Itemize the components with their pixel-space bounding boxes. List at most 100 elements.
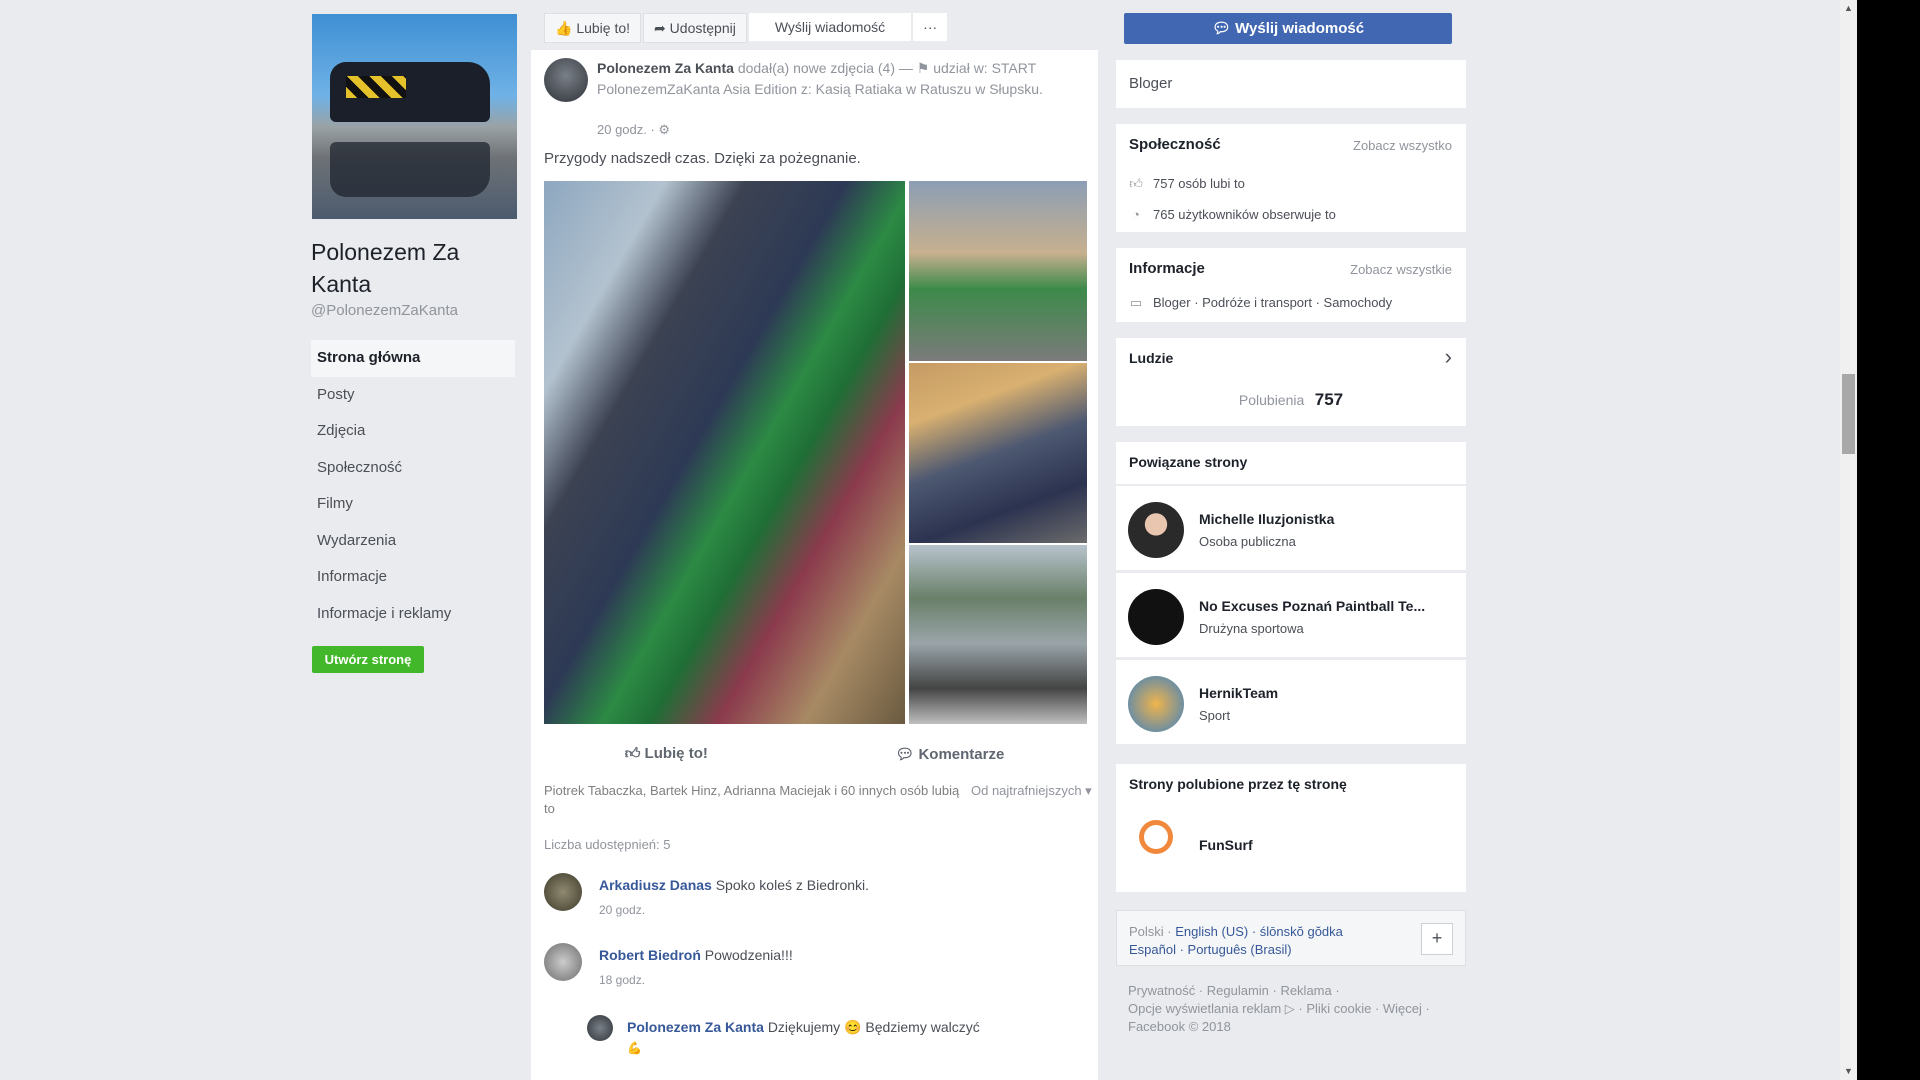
comment-text: Spoko koleś z Biedronki. — [715, 877, 870, 893]
comment-reply: Polonezem Za Kanta Dziękujemy 😊 Będziemy… — [587, 1015, 1107, 1075]
reply-avatar[interactable] — [587, 1015, 613, 1041]
post-like-button[interactable]: 👍︎ Lubię to! — [625, 745, 708, 763]
nav-item-posts[interactable]: Posty — [311, 377, 515, 414]
scroll-down-arrow-icon[interactable]: ▼ — [1840, 1063, 1857, 1080]
people-title[interactable]: Ludzie — [1129, 350, 1173, 366]
message-button[interactable]: Wyślij wiadomość — [748, 13, 912, 41]
comment-time[interactable]: 20 godz. — [599, 903, 645, 917]
scrollbar-thumb[interactable] — [1842, 374, 1855, 454]
post-photo-3[interactable] — [909, 363, 1087, 543]
comment-avatar[interactable] — [544, 873, 582, 911]
like-page-label: Lubię to! — [576, 20, 631, 36]
language-links[interactable]: English (US) · ślōnskŏ gŏdka — [1175, 924, 1343, 939]
nav-item-photos[interactable]: Zdjęcia — [311, 413, 515, 450]
nav-item-home[interactable]: Strona główna — [311, 340, 515, 377]
post-likes-summary[interactable]: Piotrek Tabaczka, Bartek Hinz, Adrianna … — [544, 782, 964, 818]
post-shares-count[interactable]: Liczba udostępnień: 5 — [544, 837, 670, 852]
post-author-avatar[interactable] — [544, 58, 588, 102]
liked-page-name[interactable]: FunSurf — [1199, 837, 1253, 853]
nav-item-videos[interactable]: Filmy — [311, 486, 515, 523]
post-photo-main[interactable] — [544, 181, 905, 724]
cover-photo[interactable] — [312, 14, 517, 219]
send-message-label: Wyślij wiadomość — [1235, 20, 1365, 37]
info-box: Informacje Zobacz wszystkie ▭ Bloger · Po… — [1116, 248, 1466, 322]
post-photo-2[interactable] — [909, 181, 1087, 361]
related-page-avatar[interactable] — [1128, 502, 1184, 558]
comment: Arkadiusz Danas Spoko koleś z Biedronki.… — [544, 873, 1064, 921]
nav-item-about[interactable]: Informacje — [311, 559, 515, 596]
chevron-right-icon[interactable]: › — [1445, 344, 1452, 370]
related-page-avatar[interactable] — [1128, 589, 1184, 645]
car-hood-stripes — [346, 76, 406, 98]
speech-bubble-icon: 💬︎ — [895, 746, 919, 763]
like-page-button[interactable]: 👍 Lubię to! — [544, 13, 642, 43]
people-box: Ludzie › Polubienia 757 — [1116, 338, 1466, 426]
nav-item-community[interactable]: Społeczność — [311, 450, 515, 487]
page-handle[interactable]: @PolonezemZaKanta — [311, 302, 458, 319]
funsurf-logo-mark — [1139, 820, 1173, 854]
community-title: Społeczność — [1129, 136, 1221, 153]
related-page-name[interactable]: No Excuses Poznań Paintball Te... — [1199, 598, 1425, 614]
share-page-button[interactable]: ➦ Udostępnij — [643, 13, 747, 43]
category-icon: ▭ — [1129, 295, 1143, 310]
messenger-icon: 💬︎ — [1211, 20, 1236, 37]
related-page-avatar[interactable] — [1128, 676, 1184, 732]
footer-line-1[interactable]: Prywatność · Regulamin · Reklama · — [1128, 982, 1458, 1000]
language-box: Polski · English (US) · ślōnskŏ gŏdka Es… — [1116, 910, 1466, 966]
more-options-button[interactable]: ··· — [913, 13, 948, 41]
nav-item-ads-info[interactable]: Informacje i reklamy — [311, 596, 515, 633]
footer-copyright: Facebook © 2018 — [1128, 1019, 1231, 1034]
liked-pages-title: Strony polubione przez tę stronę — [1129, 776, 1347, 792]
related-page-name[interactable]: HernikTeam — [1199, 685, 1278, 701]
language-links-2[interactable]: Español · Português (Brasil) — [1129, 942, 1292, 957]
post-timestamp[interactable]: 20 godz. · ⚙ — [597, 122, 670, 138]
related-page-type: Sport — [1199, 708, 1231, 723]
community-see-all[interactable]: Zobacz wszystko — [1353, 138, 1452, 153]
related-page-type: Drużyna sportowa — [1199, 621, 1304, 636]
language-current: Polski — [1129, 924, 1164, 939]
post-comment-button[interactable]: 💬︎ Komentarze — [895, 745, 1004, 763]
send-message-button[interactable]: 💬︎ Wyślij wiadomość — [1124, 13, 1452, 44]
related-page-item[interactable]: Michelle Iluzjonistka Osoba publiczna — [1116, 486, 1466, 570]
scrollbar-track[interactable] — [1840, 0, 1857, 1080]
comment-time[interactable]: 18 godz. — [599, 973, 645, 987]
add-language-button[interactable]: + — [1421, 923, 1453, 955]
page-nav: Strona główna Posty Zdjęcia Społeczność … — [311, 340, 515, 632]
share-page-label: Udostępnij — [669, 20, 736, 36]
related-page-item[interactable]: No Excuses Poznań Paintball Te... Drużyn… — [1116, 573, 1466, 657]
thumbs-up-icon: 👍︎ — [624, 745, 645, 762]
info-title: Informacje — [1129, 260, 1205, 277]
post-card: Polonezem Za Kanta dodał(a) nowe zdjęcia… — [531, 50, 1098, 1080]
comment-author[interactable]: Robert Biedroń — [599, 947, 701, 963]
screen-edge — [1857, 0, 1920, 1080]
thumbs-up-icon: 👍︎ — [1129, 176, 1143, 191]
reply-text: Dziękujemy 😊 Będziemy walczyć — [767, 1019, 980, 1035]
related-pages-title: Powiązane strony — [1129, 454, 1248, 470]
related-page-name[interactable]: Michelle Iluzjonistka — [1199, 511, 1334, 527]
comment-avatar[interactable] — [544, 943, 582, 981]
related-page-item[interactable]: HernikTeam Sport — [1116, 660, 1466, 744]
post-like-label: Lubię to! — [644, 745, 708, 762]
comment: Robert Biedroń Powodzenia!!! 18 godz. — [544, 943, 1064, 991]
nav-item-events[interactable]: Wydarzenia — [311, 523, 515, 560]
post-header: Polonezem Za Kanta dodał(a) nowe zdjęcia… — [597, 58, 1067, 100]
create-page-button[interactable]: Utwórz stronę — [312, 646, 424, 673]
thumbs-up-icon: 👍 — [555, 20, 573, 36]
page-action-bar: 👍 Lubię to! ➦ Udostępnij Wyślij wiadomoś… — [544, 13, 972, 43]
page-title[interactable]: Polonezem Za Kanta — [311, 236, 511, 300]
rss-icon: ◔ — [1132, 207, 1140, 222]
funsurf-logo[interactable] — [1130, 820, 1182, 868]
post-author[interactable]: Polonezem Za Kanta — [597, 60, 734, 76]
related-page-type: Osoba publiczna — [1199, 534, 1296, 549]
post-photo-4[interactable] — [909, 545, 1087, 724]
footer-line-2[interactable]: Opcje wyświetlania reklam ▷ · Pliki cook… — [1128, 1000, 1458, 1018]
comment-author[interactable]: Arkadiusz Danas — [599, 877, 712, 893]
reply-author[interactable]: Polonezem Za Kanta — [627, 1019, 764, 1035]
car-reflection — [330, 142, 490, 197]
info-categories[interactable]: Bloger · Podróże i transport · Samochody — [1153, 295, 1392, 310]
comment-sort-dropdown[interactable]: Od najtrafniejszych ▾ — [971, 783, 1092, 799]
liked-pages-box: Strony polubione przez tę stronę FunSurf — [1116, 764, 1466, 892]
info-see-all[interactable]: Zobacz wszystkie — [1350, 262, 1452, 277]
scroll-up-arrow-icon[interactable]: ▲ — [1840, 0, 1857, 17]
page-category[interactable]: Bloger — [1129, 75, 1172, 92]
